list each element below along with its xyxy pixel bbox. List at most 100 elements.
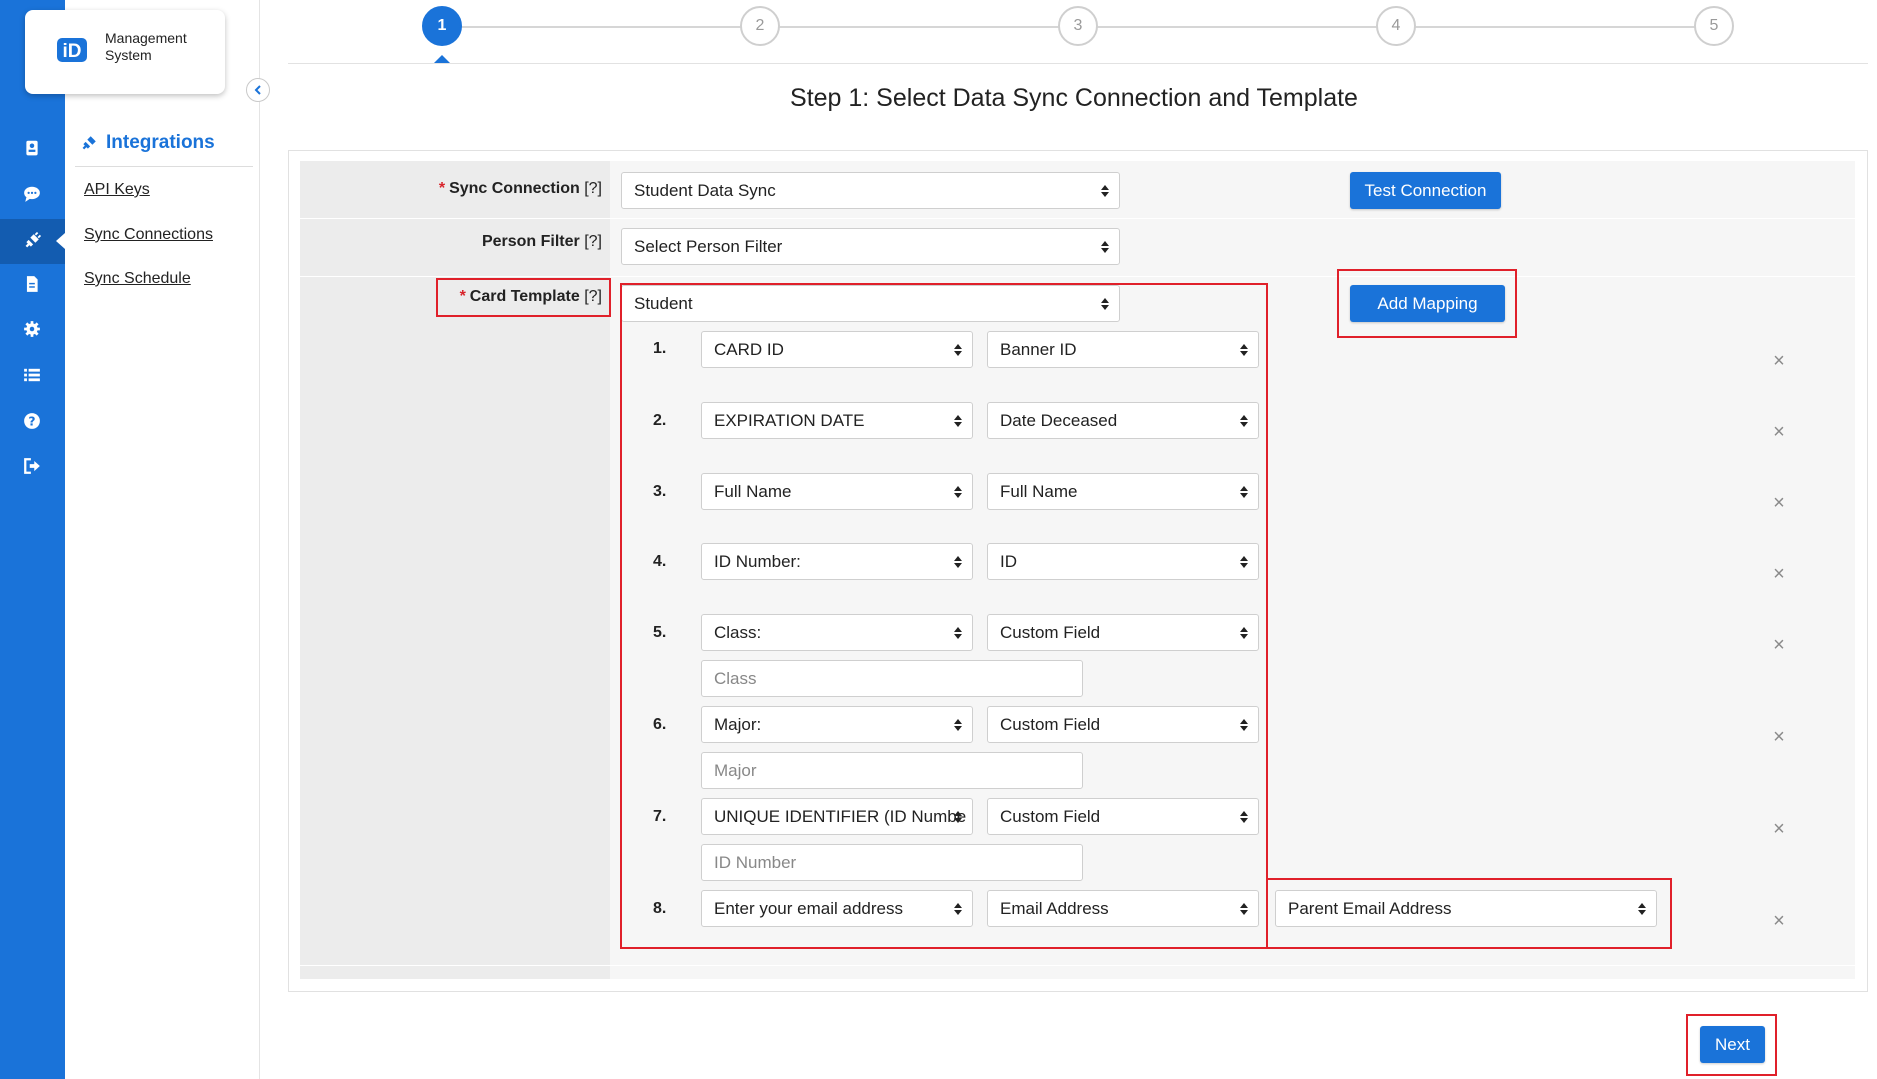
person-filter-select[interactable]: Select Person Filter: [621, 228, 1120, 265]
mapping-field-value: EXPIRATION DATE: [714, 410, 865, 430]
list-icon[interactable]: [20, 363, 44, 387]
mapping-source-select[interactable]: Date Deceased: [987, 402, 1259, 439]
mapping-field-select[interactable]: EXPIRATION DATE: [701, 402, 973, 439]
mapping-number: 3.: [653, 483, 667, 500]
card-template-help[interactable]: [?]: [584, 288, 602, 305]
select-caret-icon: [954, 624, 962, 642]
mapping-field-select[interactable]: Major:: [701, 706, 973, 743]
remove-mapping-button[interactable]: ×: [1769, 350, 1789, 372]
page-title: Step 1: Select Data Sync Connection and …: [790, 84, 1358, 112]
mapping-number: 4.: [653, 553, 667, 570]
mapping-field-value: Full Name: [714, 481, 792, 501]
card-template-label: * Card Template [?]: [330, 288, 602, 306]
mapping-field-select[interactable]: UNIQUE IDENTIFIER (ID Numbe: [701, 798, 973, 835]
select-caret-icon: [954, 900, 962, 918]
remove-mapping-button[interactable]: ×: [1769, 818, 1789, 840]
mapping-field-value: CARD ID: [714, 339, 784, 359]
step-5[interactable]: 5: [1694, 6, 1734, 46]
row-separator: [300, 965, 1855, 966]
nav-link-sync-connections[interactable]: Sync Connections: [84, 226, 213, 244]
divider: [288, 63, 1868, 64]
step-1[interactable]: 1: [422, 6, 462, 46]
remove-mapping-button[interactable]: ×: [1769, 421, 1789, 443]
mapping-field-select[interactable]: Enter your email address: [701, 890, 973, 927]
select-caret-icon: [1240, 483, 1248, 501]
document-icon[interactable]: [20, 272, 44, 296]
mapping-source-select[interactable]: Custom Field: [987, 614, 1259, 651]
step-2[interactable]: 2: [740, 6, 780, 46]
step-4[interactable]: 4: [1376, 6, 1416, 46]
section-title: Integrations: [80, 132, 215, 154]
mapping-number: 5.: [653, 624, 667, 641]
test-connection-button[interactable]: Test Connection: [1350, 172, 1501, 209]
mapping-field-value: ID Number:: [714, 551, 801, 571]
mapping-number: 1.: [653, 340, 667, 357]
id-card-icon[interactable]: [20, 136, 44, 160]
mapping-source-select[interactable]: Email Address: [987, 890, 1259, 927]
person-filter-label: Person Filter [?]: [330, 233, 602, 251]
custom-field-input[interactable]: Major: [701, 752, 1083, 789]
mapping-source-select[interactable]: Banner ID: [987, 331, 1259, 368]
next-button[interactable]: Next: [1700, 1026, 1765, 1063]
select-caret-icon: [1240, 900, 1248, 918]
select-caret-icon: [1240, 716, 1248, 734]
gear-icon[interactable]: [20, 317, 44, 341]
remove-mapping-button[interactable]: ×: [1769, 634, 1789, 656]
select-caret-icon: [1240, 808, 1248, 826]
sync-connection-select[interactable]: Student Data Sync: [621, 172, 1120, 209]
select-caret-icon: [954, 808, 962, 826]
remove-mapping-button[interactable]: ×: [1769, 492, 1789, 514]
custom-field-input[interactable]: ID Number: [701, 844, 1083, 881]
select-caret-icon: [1240, 553, 1248, 571]
select-caret-icon: [1101, 182, 1109, 200]
select-caret-icon: [954, 483, 962, 501]
sync-connection-help[interactable]: [?]: [584, 180, 602, 197]
help-icon[interactable]: ?: [20, 409, 44, 433]
mapping-field-select[interactable]: ID Number:: [701, 543, 973, 580]
remove-mapping-button[interactable]: ×: [1769, 563, 1789, 585]
select-caret-icon: [1240, 341, 1248, 359]
mapping-field-select[interactable]: CARD ID: [701, 331, 973, 368]
mapping-source-select[interactable]: ID: [987, 543, 1259, 580]
sync-connection-label: * Sync Connection [?]: [330, 180, 602, 198]
person-filter-help[interactable]: [?]: [584, 233, 602, 250]
mapping-field-value: Class:: [714, 622, 762, 642]
sync-connection-label-text: Sync Connection: [449, 180, 580, 197]
app-logo-card[interactable]: iD Management System: [25, 10, 225, 94]
mapping-number: 6.: [653, 716, 667, 733]
select-caret-icon: [1638, 900, 1646, 918]
mapping-field-select[interactable]: Class:: [701, 614, 973, 651]
mapping-field-select[interactable]: Full Name: [701, 473, 973, 510]
mapping-source-value: Custom Field: [1000, 622, 1101, 642]
nav-link-api-keys[interactable]: API Keys: [84, 181, 150, 199]
required-mark: *: [459, 288, 466, 305]
active-step-pointer: [434, 55, 450, 63]
mapping-source-value: Full Name: [1000, 481, 1078, 501]
remove-mapping-button[interactable]: ×: [1769, 726, 1789, 748]
custom-field-input[interactable]: Class: [701, 660, 1083, 697]
mapping-source-select[interactable]: Full Name: [987, 473, 1259, 510]
remove-mapping-button[interactable]: ×: [1769, 910, 1789, 932]
mapping-extra-select[interactable]: Parent Email Address: [1275, 890, 1657, 927]
icon-rail: ?: [0, 0, 65, 1079]
chat-icon[interactable]: [20, 182, 44, 206]
mapping-source-value: Date Deceased: [1000, 410, 1118, 430]
rail-active-notch: [56, 233, 65, 249]
select-caret-icon: [954, 716, 962, 734]
sign-out-icon[interactable]: [20, 454, 44, 478]
mapping-number: 7.: [653, 808, 667, 825]
select-caret-icon: [954, 341, 962, 359]
card-template-label-text: Card Template: [469, 288, 580, 305]
step-3[interactable]: 3: [1058, 6, 1098, 46]
mapping-source-select[interactable]: Custom Field: [987, 706, 1259, 743]
chevron-left-icon: [254, 85, 261, 95]
select-caret-icon: [954, 412, 962, 430]
add-mapping-button[interactable]: Add Mapping: [1350, 285, 1505, 322]
nav-link-sync-schedule[interactable]: Sync Schedule: [84, 270, 191, 288]
mapping-source-select[interactable]: Custom Field: [987, 798, 1259, 835]
collapse-sidebar-button[interactable]: [246, 78, 270, 102]
mapping-source-value: Custom Field: [1000, 806, 1101, 826]
divider: [75, 166, 253, 167]
select-caret-icon: [1240, 624, 1248, 642]
plug-icon[interactable]: [20, 229, 44, 253]
